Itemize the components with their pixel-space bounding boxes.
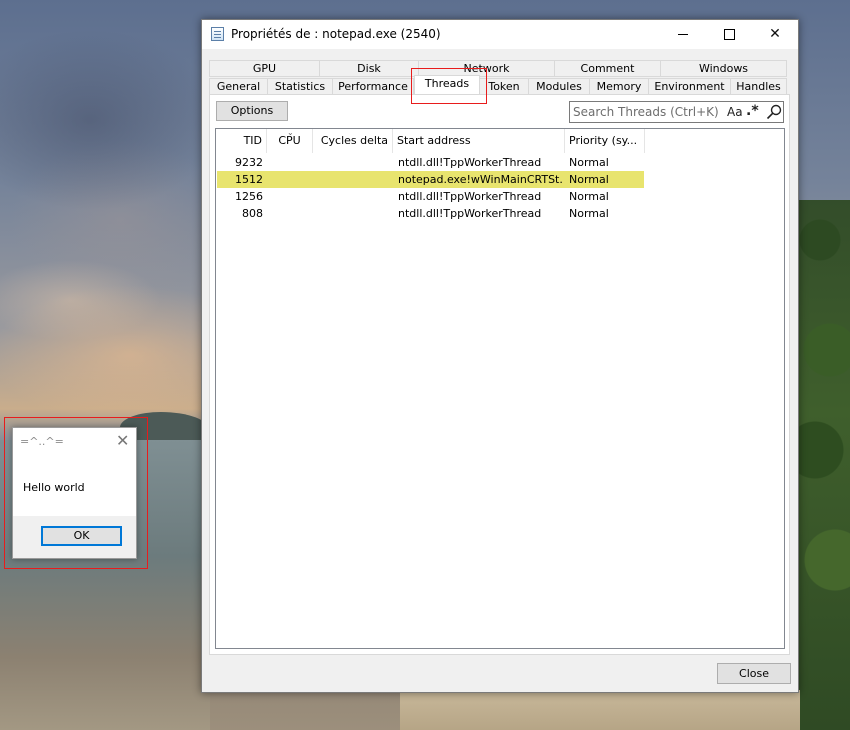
maximize-button[interactable] <box>706 20 752 49</box>
cell-cpu <box>268 154 314 171</box>
sort-descending-icon: ⌄ <box>287 128 294 137</box>
tab-modules[interactable]: Modules <box>528 78 590 95</box>
cell-cycles <box>314 154 390 171</box>
cell-tid: 9232 <box>235 156 263 169</box>
threads-list[interactable]: TID ⌄ CPU Cycles delta Start address Pri… <box>215 128 785 649</box>
table-row[interactable]: 1256 ntdll.dll!TppWorkerThread Normal <box>217 188 644 205</box>
wallpaper-foliage <box>790 200 850 730</box>
tab-memory[interactable]: Memory <box>589 78 649 95</box>
wallpaper-beach <box>400 690 800 730</box>
cell-priority: Normal <box>569 173 609 186</box>
title-bar[interactable]: Propriétés de : notepad.exe (2540) ✕ <box>202 20 798 49</box>
cell-start: ntdll.dll!TppWorkerThread <box>398 190 542 203</box>
search-icon[interactable] <box>766 104 782 120</box>
tab-general[interactable]: General <box>209 78 268 95</box>
cell-cpu <box>268 188 314 205</box>
cell-cpu <box>268 171 314 188</box>
message-box-annotation-box <box>4 417 148 569</box>
maximize-icon <box>723 28 735 40</box>
cell-start: notepad.exe!wWinMainCRTSt... <box>398 173 564 186</box>
cell-cycles <box>314 188 390 205</box>
column-header-start-address[interactable]: Start address <box>393 129 565 153</box>
minimize-button[interactable] <box>660 20 706 49</box>
tab-windows[interactable]: Windows <box>660 60 787 77</box>
tab-handles[interactable]: Handles <box>730 78 787 95</box>
column-header-priority[interactable]: Priority (sy... <box>565 129 645 153</box>
regex-toggle[interactable]: .* <box>746 103 759 119</box>
cell-cycles <box>314 171 390 188</box>
tab-statistics[interactable]: Statistics <box>267 78 333 95</box>
match-case-toggle[interactable]: Aa <box>727 105 743 119</box>
notepad-app-icon <box>211 27 224 41</box>
table-row[interactable]: 808 ntdll.dll!TppWorkerThread Normal <box>217 205 644 222</box>
cell-tid: 808 <box>242 207 263 220</box>
properties-window: Propriétés de : notepad.exe (2540) ✕ GPU… <box>201 19 799 693</box>
table-row[interactable]: 1512 notepad.exe!wWinMainCRTSt... Normal <box>217 171 644 188</box>
cell-tid: 1512 <box>235 173 263 186</box>
cell-priority: Normal <box>569 156 609 169</box>
search-box[interactable]: Aa .* <box>569 101 784 123</box>
tab-gpu[interactable]: GPU <box>209 60 320 77</box>
window-close-button[interactable]: ✕ <box>752 20 798 49</box>
tab-environment[interactable]: Environment <box>648 78 731 95</box>
column-header-cpu[interactable]: ⌄ CPU <box>267 128 313 153</box>
tab-performance[interactable]: Performance <box>332 78 414 95</box>
cell-priority: Normal <box>569 207 609 220</box>
cell-priority: Normal <box>569 190 609 203</box>
window-title: Propriétés de : notepad.exe (2540) <box>231 27 441 41</box>
table-row[interactable]: 9232 ntdll.dll!TppWorkerThread Normal <box>217 154 644 171</box>
options-button[interactable]: Options <box>216 101 288 121</box>
column-header-tid[interactable]: TID <box>216 129 267 153</box>
cell-cycles <box>314 205 390 222</box>
cell-cpu <box>268 205 314 222</box>
search-threads-input[interactable] <box>573 104 723 120</box>
cell-tid: 1256 <box>235 190 263 203</box>
column-header-cycles-delta[interactable]: Cycles delta <box>313 129 393 153</box>
cell-start: ntdll.dll!TppWorkerThread <box>398 156 542 169</box>
cell-start: ntdll.dll!TppWorkerThread <box>398 207 542 220</box>
list-header: TID ⌄ CPU Cycles delta Start address Pri… <box>216 128 784 153</box>
tab-disk[interactable]: Disk <box>319 60 419 77</box>
threads-tab-annotation-box <box>411 68 487 104</box>
tab-comment[interactable]: Comment <box>554 60 661 77</box>
close-icon: ✕ <box>769 26 781 42</box>
close-button[interactable]: Close <box>717 663 791 684</box>
minimize-icon <box>678 33 688 35</box>
